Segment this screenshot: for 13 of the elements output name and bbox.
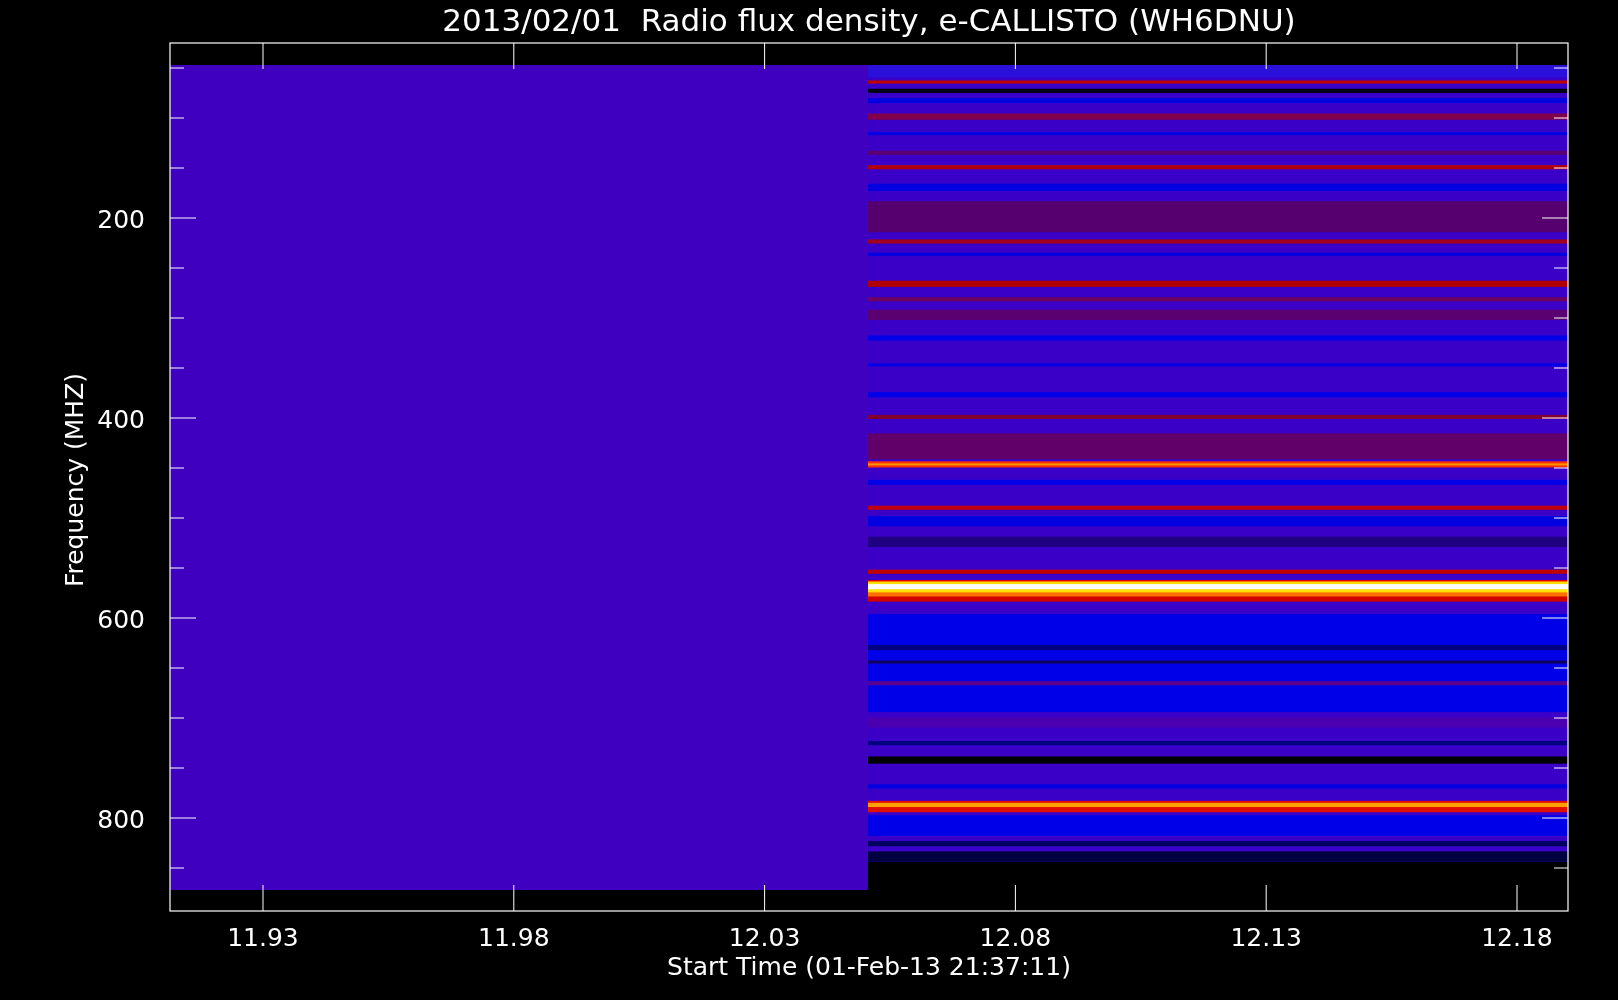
tick-label: 800	[97, 805, 145, 834]
tick-label: 12.18	[1481, 923, 1553, 952]
tick-label: 400	[97, 405, 145, 434]
tick-label: 12.08	[979, 923, 1052, 952]
tick-label: 11.93	[227, 923, 299, 952]
tick-label: 12.03	[728, 923, 801, 952]
chart-title: 2013/02/01 Radio flux density, e-CALLISTO (WH6DNU)	[442, 2, 1296, 38]
axis-label: Start Time (01-Feb-13 21:37:11)	[667, 952, 1071, 981]
tick-label: 11.98	[478, 923, 550, 952]
axis-label: Frequency (MHZ)	[60, 372, 89, 588]
tick-label: 600	[97, 605, 145, 634]
tick-label: 200	[97, 205, 145, 234]
tick-label: 12.13	[1230, 923, 1302, 952]
